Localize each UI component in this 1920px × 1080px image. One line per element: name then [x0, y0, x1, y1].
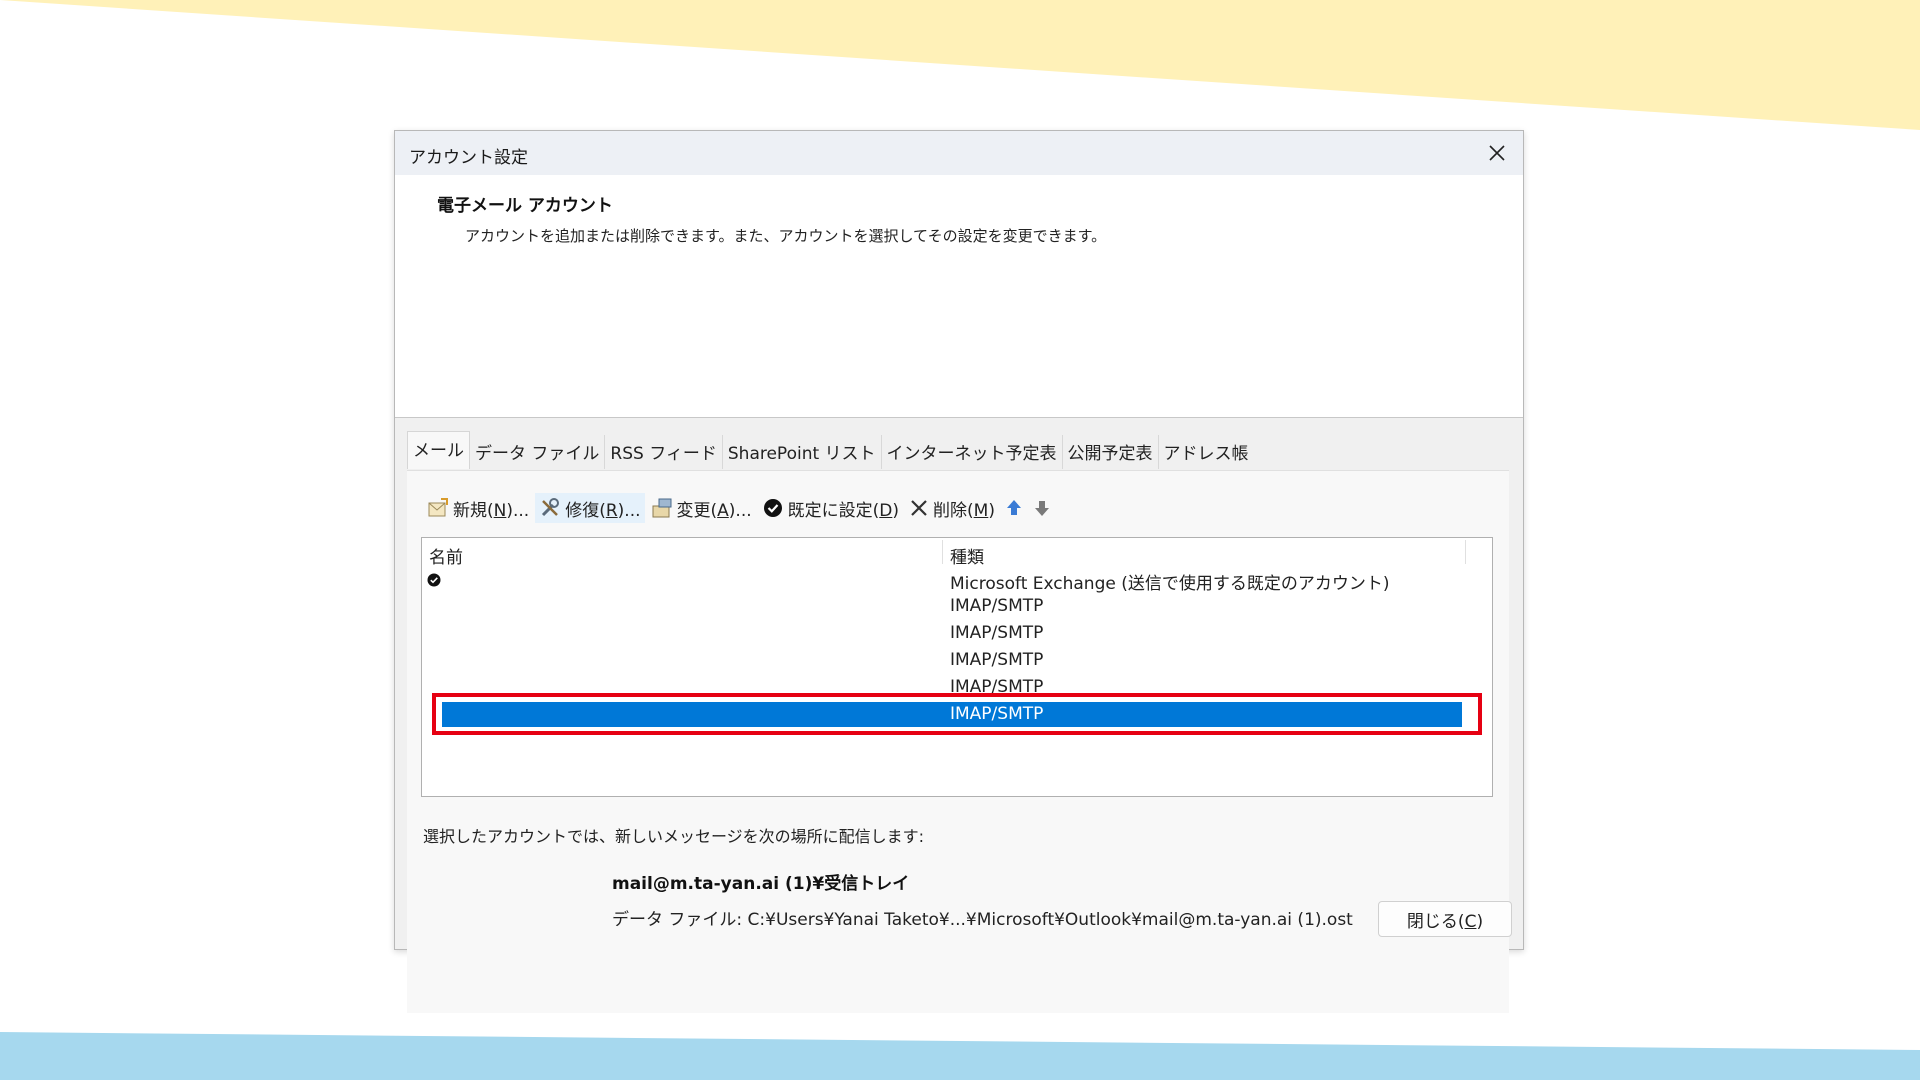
bottom-blue-band: [0, 1032, 1920, 1080]
set-default-button[interactable]: 既定に設定(D): [758, 493, 903, 523]
arrow-down-icon: [1034, 501, 1049, 516]
top-yellow-band: [0, 0, 1920, 130]
list-header: 名前 種類: [422, 538, 1492, 568]
new-mail-icon: [428, 498, 448, 517]
change-account-label: 変更(A)...: [676, 500, 752, 521]
tab-rss-feeds[interactable]: RSS フィード: [605, 435, 723, 469]
account-type: IMAP/SMTP: [950, 623, 1044, 643]
delivery-label: 選択したアカウントでは、新しいメッセージを次の場所に配信します:: [423, 827, 925, 846]
tab-address-books[interactable]: アドレス帳: [1159, 435, 1254, 469]
check-circle-icon: [763, 499, 782, 517]
account-list: 名前 種類 Microsoft Exchange (送信で使用する既定のアカウン…: [421, 537, 1493, 797]
close-window-button[interactable]: [1479, 135, 1515, 171]
delivery-folder: mail@m.ta-yan.ai (1)¥受信トレイ: [612, 874, 910, 894]
header-panel: 電子メール アカウント アカウントを追加または削除できます。また、アカウントを選…: [395, 175, 1523, 418]
column-divider[interactable]: [942, 540, 943, 564]
change-settings-icon: [652, 498, 671, 518]
set-default-label: 既定に設定(D): [787, 500, 899, 521]
delete-account-button[interactable]: 削除(M): [905, 493, 999, 523]
tab-mail[interactable]: メール: [407, 431, 470, 469]
header-title: 電子メール アカウント: [437, 196, 613, 216]
account-settings-dialog: アカウント設定 電子メール アカウント アカウントを追加または削除できます。また…: [394, 130, 1524, 1013]
account-type: IMAP/SMTP: [950, 596, 1044, 616]
default-account-check-icon: [427, 572, 441, 591]
close-dialog-label: 閉じる(C): [1406, 911, 1484, 932]
move-down-button[interactable]: [1029, 493, 1055, 523]
tab-strip: メール データ ファイル RSS フィード SharePoint リスト インタ…: [407, 431, 1254, 469]
account-row[interactable]: Microsoft Exchange (送信で使用する既定のアカウント): [422, 566, 1492, 594]
column-header-name[interactable]: 名前: [429, 543, 463, 568]
change-account-button[interactable]: 変更(A)...: [647, 493, 756, 523]
red-highlight-box: [432, 693, 1482, 735]
new-account-button[interactable]: 新規(N)...: [423, 493, 533, 523]
delivery-data-file: データ ファイル: C:¥Users¥Yanai Taketo¥...¥Micr…: [612, 910, 1353, 930]
delete-x-icon: [911, 500, 927, 516]
move-up-button[interactable]: [1001, 493, 1027, 523]
account-type: Microsoft Exchange (送信で使用する既定のアカウント): [950, 574, 1390, 594]
account-row[interactable]: IMAP/SMTP: [422, 620, 1492, 647]
tab-internet-calendars[interactable]: インターネット予定表: [882, 435, 1063, 469]
repair-account-button[interactable]: 修復(R)...: [535, 493, 645, 523]
delete-account-label: 削除(M): [933, 500, 995, 521]
account-row[interactable]: IMAP/SMTP: [422, 593, 1492, 620]
window-title: アカウント設定: [409, 148, 528, 168]
tools-icon: [542, 498, 560, 517]
account-type: IMAP/SMTP: [950, 650, 1044, 670]
account-row[interactable]: IMAP/SMTP: [422, 647, 1492, 674]
page: アカウント設定 電子メール アカウント アカウントを追加または削除できます。また…: [0, 0, 1920, 1080]
account-toolbar: 新規(N)... 修復(R)... 変更(A)... 既定に設定(D) 削除(M…: [423, 493, 1055, 523]
column-divider[interactable]: [1465, 540, 1466, 564]
close-dialog-button[interactable]: 閉じる(C): [1378, 901, 1512, 937]
header-description: アカウントを追加または削除できます。また、アカウントを選択してその設定を変更でき…: [465, 227, 1107, 245]
tab-data-files[interactable]: データ ファイル: [470, 435, 606, 469]
tab-sharepoint-lists[interactable]: SharePoint リスト: [723, 435, 882, 469]
title-bar: アカウント設定: [395, 131, 1523, 175]
tab-published-calendars[interactable]: 公開予定表: [1063, 435, 1159, 469]
mail-tab-panel: 新規(N)... 修復(R)... 変更(A)... 既定に設定(D) 削除(M…: [407, 470, 1509, 1013]
close-icon: [1489, 145, 1505, 161]
new-account-label: 新規(N)...: [453, 500, 530, 521]
column-header-type[interactable]: 種類: [950, 543, 984, 568]
arrow-up-icon: [1006, 500, 1021, 515]
repair-account-label: 修復(R)...: [565, 500, 641, 521]
